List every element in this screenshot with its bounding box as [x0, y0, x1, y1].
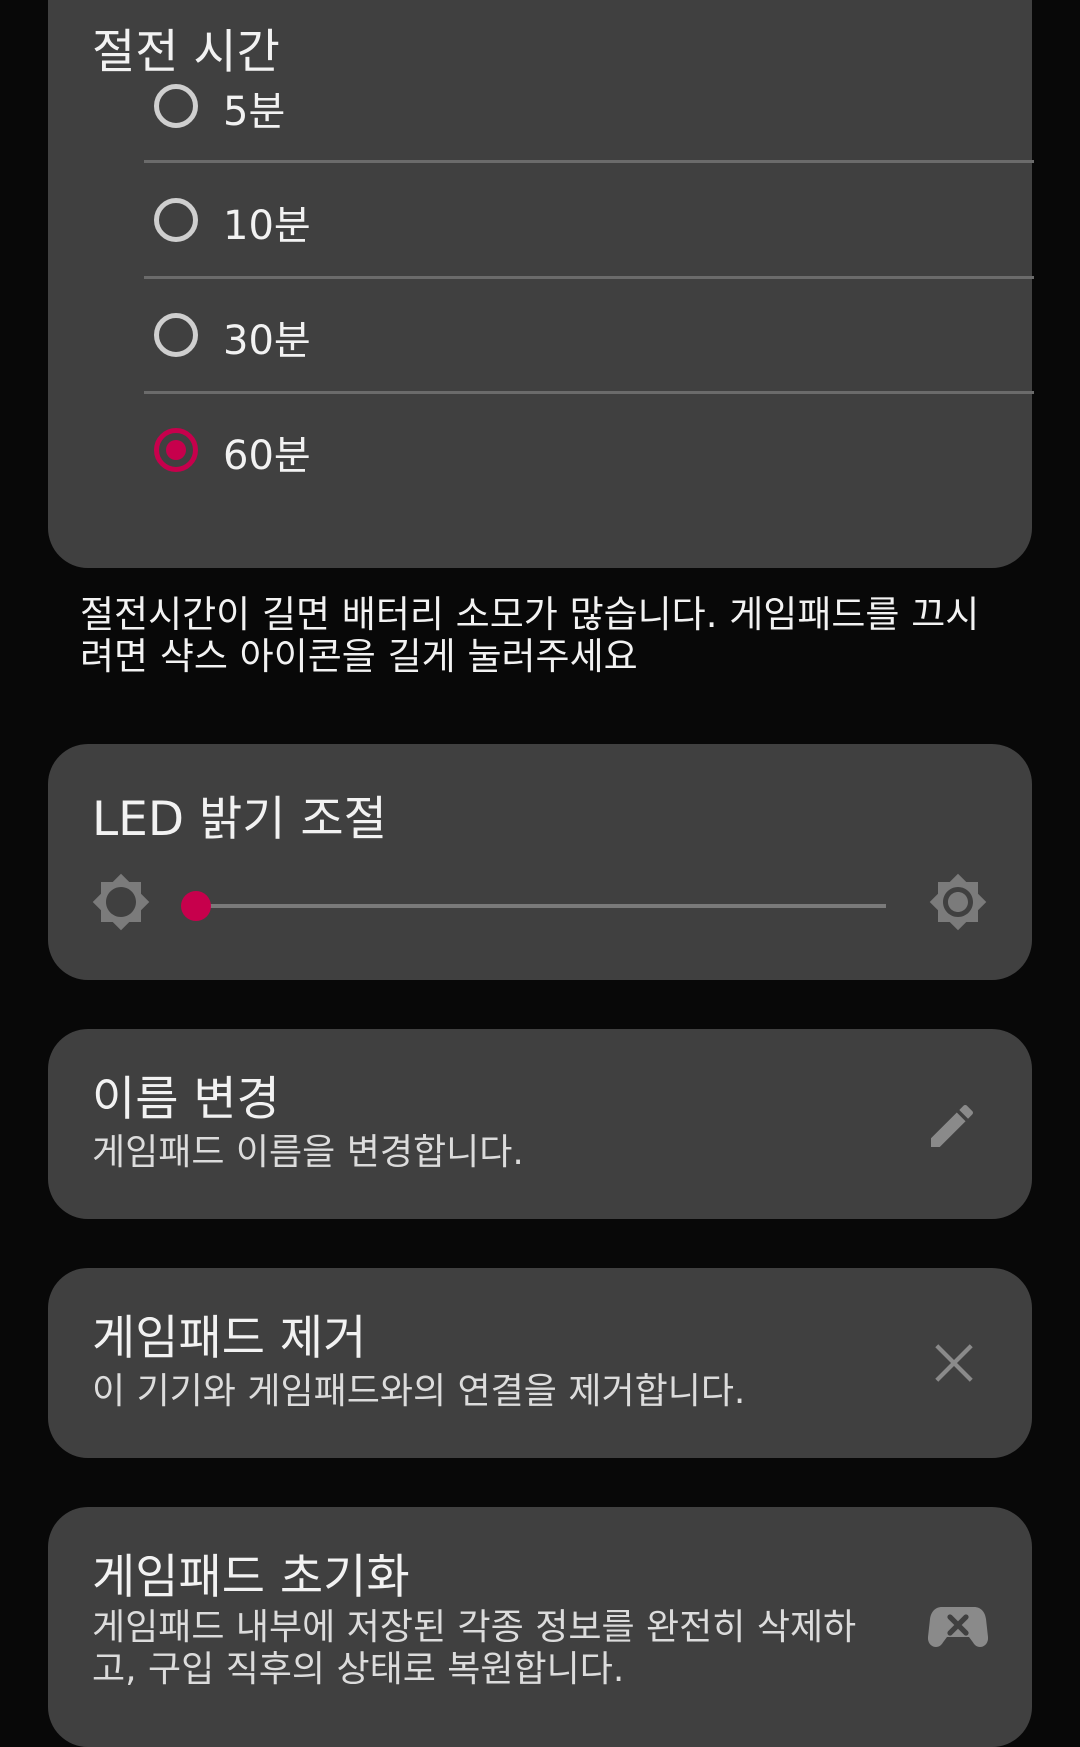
- rename-subtitle: 게임패드 이름을 변경합니다.: [92, 1132, 524, 1173]
- pencil-icon[interactable]: [924, 1098, 980, 1154]
- radio-button[interactable]: [154, 84, 198, 128]
- brightness-slider-thumb[interactable]: [181, 891, 211, 921]
- remove-gamepad-card[interactable]: 게임패드 제거 이 기기와 게임패드와의 연결을 제거합니다.: [48, 1268, 1032, 1458]
- reset-title: 게임패드 초기화: [92, 1550, 410, 1605]
- rename-title: 이름 변경: [92, 1072, 280, 1127]
- reset-gamepad-card[interactable]: 게임패드 초기화 게임패드 내부에 저장된 각종 정보를 완전히 삭제하고, 구…: [48, 1507, 1032, 1747]
- radio-button[interactable]: [154, 313, 198, 357]
- sleep-option-30min[interactable]: 30분: [96, 280, 986, 394]
- brightness-low-icon: [92, 873, 150, 931]
- brightness-high-icon: [929, 873, 987, 931]
- radio-button-selected[interactable]: [154, 428, 198, 472]
- gamepad-icon[interactable]: [928, 1605, 988, 1649]
- sleep-option-60min[interactable]: 60분: [96, 395, 986, 509]
- sleep-time-note: 절전시간이 길면 배터리 소모가 많습니다. 게임패드를 끄시려면 샥스 아이콘…: [80, 593, 980, 678]
- remove-title: 게임패드 제거: [92, 1311, 367, 1366]
- sleep-option-10min[interactable]: 10분: [96, 165, 986, 279]
- led-brightness-title: LED 밝기 조절: [92, 792, 387, 847]
- radio-label: 60분: [223, 433, 311, 479]
- sleep-option-5min[interactable]: 5분: [96, 51, 986, 165]
- remove-subtitle: 이 기기와 게임패드와의 연결을 제거합니다.: [92, 1371, 746, 1412]
- radio-label: 10분: [223, 203, 311, 249]
- divider: [144, 160, 1034, 163]
- led-brightness-card: LED 밝기 조절: [48, 744, 1032, 980]
- radio-label: 30분: [223, 318, 311, 364]
- sleep-time-card: 절전 시간 5분 10분 30분 60분: [48, 0, 1034, 568]
- divider: [144, 391, 1034, 394]
- close-icon[interactable]: [933, 1342, 975, 1384]
- brightness-slider-track[interactable]: [196, 904, 886, 908]
- rename-card[interactable]: 이름 변경 게임패드 이름을 변경합니다.: [48, 1029, 1032, 1219]
- divider: [144, 276, 1034, 279]
- radio-label: 5분: [223, 89, 286, 135]
- radio-button[interactable]: [154, 198, 198, 242]
- reset-subtitle: 게임패드 내부에 저장된 각종 정보를 완전히 삭제하고, 구입 직후의 상태로…: [92, 1607, 857, 1690]
